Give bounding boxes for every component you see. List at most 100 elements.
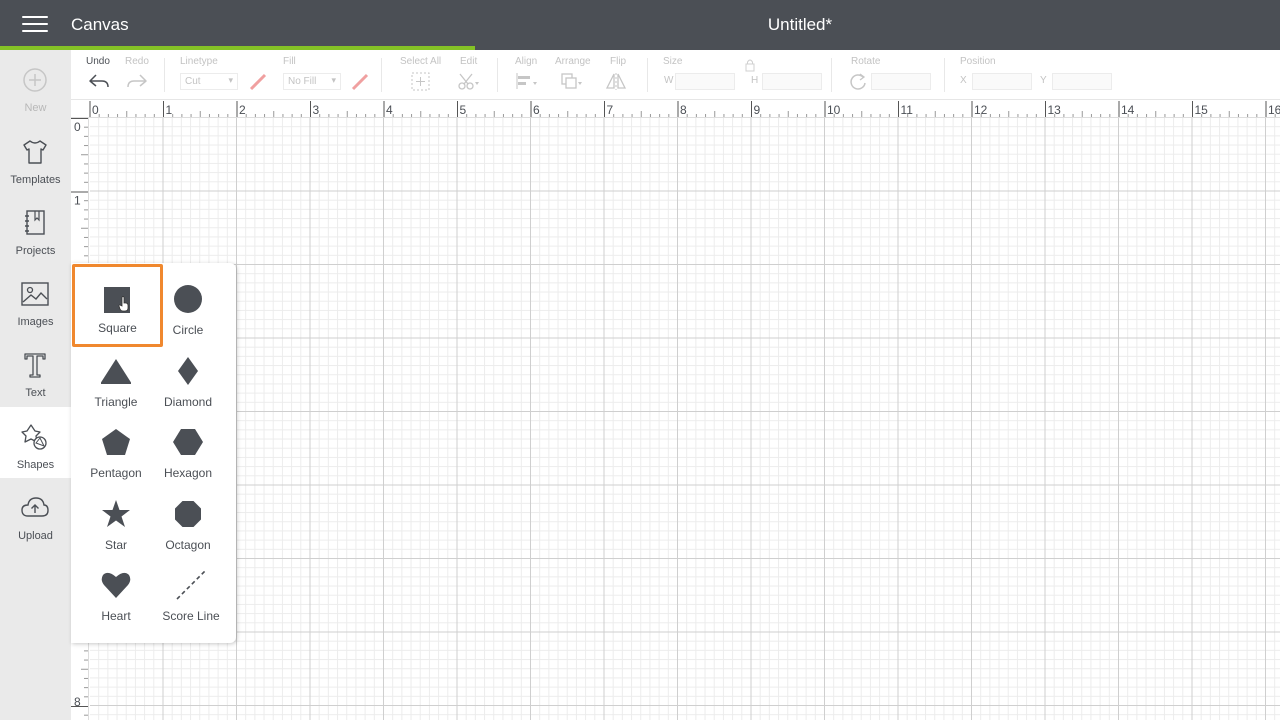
shape-option-heart[interactable]: Heart [80, 553, 152, 625]
position-x-label: X [960, 75, 967, 86]
pentagon-icon [102, 429, 130, 455]
size-h-label: H [751, 75, 759, 86]
undo-label: Undo [86, 56, 110, 67]
top-ruler: 012345678910111213141516 [71, 101, 1280, 118]
undo-icon[interactable] [87, 70, 111, 92]
align-label: Align [515, 56, 538, 67]
left-sidebar: New Templates Projects Images Text Shape… [0, 50, 71, 720]
ruler-tick-label: 15 [1195, 103, 1209, 117]
ruler-tick-label: 0 [74, 120, 81, 134]
edit-scissors-icon[interactable] [456, 70, 480, 92]
shape-option-label: Hexagon [163, 466, 213, 480]
ruler-tick-label: 4 [386, 103, 393, 117]
ruler-tick-label: 1 [166, 103, 173, 117]
design-canvas-grid[interactable] [90, 118, 1280, 720]
position-y-label: Y [1040, 75, 1047, 86]
flip-icon[interactable] [604, 70, 628, 92]
select-all-label: Select All [400, 56, 442, 67]
arrange-label: Arrange [555, 56, 591, 67]
size-label: Size [663, 56, 683, 67]
triangle-icon [101, 359, 131, 384]
hexagon-icon [173, 429, 203, 455]
sidebar-item-label: Upload [18, 530, 53, 542]
position-y-input[interactable] [1052, 73, 1112, 90]
cloud-upload-icon [21, 497, 49, 517]
height-input[interactable] [762, 73, 822, 90]
shape-option-star[interactable]: Star [80, 482, 152, 554]
toolbar-divider [497, 58, 498, 92]
fill-color-swatch-icon[interactable] [349, 70, 373, 92]
ruler-tick-label: 14 [1121, 103, 1135, 117]
sidebar-item-text[interactable]: Text [0, 335, 71, 406]
ruler-tick-label: 8 [680, 103, 687, 117]
sidebar-item-images[interactable]: Images [0, 264, 71, 335]
lock-icon[interactable] [741, 58, 759, 72]
shape-option-label: Score Line [162, 609, 220, 623]
sidebar-item-projects[interactable]: Projects [0, 193, 71, 264]
ruler-tick-label: 13 [1048, 103, 1062, 117]
shape-option-pentagon[interactable]: Pentagon [80, 410, 152, 482]
redo-icon[interactable] [125, 70, 149, 92]
toolbar-divider [831, 58, 832, 92]
ruler-tick-label: 10 [827, 103, 841, 117]
sidebar-item-label: New [24, 102, 47, 114]
shape-option-hexagon[interactable]: Hexagon [152, 410, 224, 482]
shape-option-triangle[interactable]: Triangle [80, 339, 152, 411]
shapes-panel: Square Circle Triangle Diamond Pentagon … [71, 263, 236, 643]
linetype-color-swatch-icon[interactable] [247, 70, 271, 92]
ruler-tick-label: 1 [74, 194, 81, 208]
ruler-tick-label: 16 [1268, 103, 1280, 117]
select-all-icon[interactable] [409, 70, 433, 92]
width-input[interactable] [675, 73, 735, 90]
position-label: Position [960, 56, 996, 67]
document-title: Untitled* [767, 15, 833, 34]
sidebar-item-label: Templates [10, 174, 61, 186]
heart-icon [101, 572, 131, 598]
plus-circle-icon [23, 68, 47, 92]
notebook-icon [25, 210, 45, 235]
shape-option-circle[interactable]: Circle [152, 267, 224, 339]
shape-option-octagon[interactable]: Octagon [152, 482, 224, 554]
fill-select[interactable]: No Fill [283, 73, 341, 90]
rotate-icon[interactable] [847, 70, 871, 92]
edit-label: Edit [460, 56, 478, 67]
rotate-input[interactable] [871, 73, 931, 90]
shape-option-score-line[interactable]: Score Line [155, 553, 227, 625]
top-bar: Canvas Untitled* [0, 0, 1280, 50]
ruler-tick-label: 0 [92, 103, 99, 117]
ruler-tick-label: 8 [74, 695, 81, 709]
sidebar-item-new[interactable]: New [0, 50, 71, 121]
ruler-tick-label: 6 [533, 103, 540, 117]
shapes-icon [21, 424, 47, 450]
shape-option-diamond[interactable]: Diamond [152, 339, 224, 411]
align-icon[interactable] [514, 70, 538, 92]
image-icon [21, 282, 49, 306]
sidebar-item-templates[interactable]: Templates [0, 122, 71, 193]
ruler-tick-label: 5 [460, 103, 467, 117]
sidebar-item-shapes[interactable]: Shapes [0, 407, 71, 478]
flip-label: Flip [610, 56, 627, 67]
shape-option-label: Diamond [163, 395, 213, 409]
top-ruler-ticks: 012345678910111213141516 [89, 101, 1280, 117]
text-t-icon [24, 353, 46, 378]
ruler-tick-label: 7 [607, 103, 614, 117]
linetype-select[interactable]: Cut [180, 73, 238, 90]
ruler-tick-label: 11 [901, 103, 914, 117]
sidebar-item-label: Text [25, 387, 46, 399]
octagon-icon [175, 501, 201, 527]
circle-icon [174, 285, 202, 313]
linetype-label: Linetype [180, 56, 218, 67]
sidebar-item-label: Images [17, 316, 54, 328]
arrange-icon[interactable] [559, 70, 583, 92]
sidebar-item-upload[interactable]: Upload [0, 478, 71, 549]
shape-option-label: Heart [101, 609, 131, 623]
tshirt-icon [23, 140, 47, 164]
size-w-label: W [664, 75, 674, 86]
sidebar-item-label: Projects [15, 245, 56, 257]
sidebar-item-label: Shapes [16, 459, 55, 471]
score-line-icon [176, 570, 206, 600]
toolbar-divider [381, 58, 382, 92]
position-x-input[interactable] [972, 73, 1032, 90]
edit-toolbar: Undo Redo Linetype Cut Fill No Fill Sele… [71, 50, 1280, 100]
diamond-icon [178, 357, 198, 385]
